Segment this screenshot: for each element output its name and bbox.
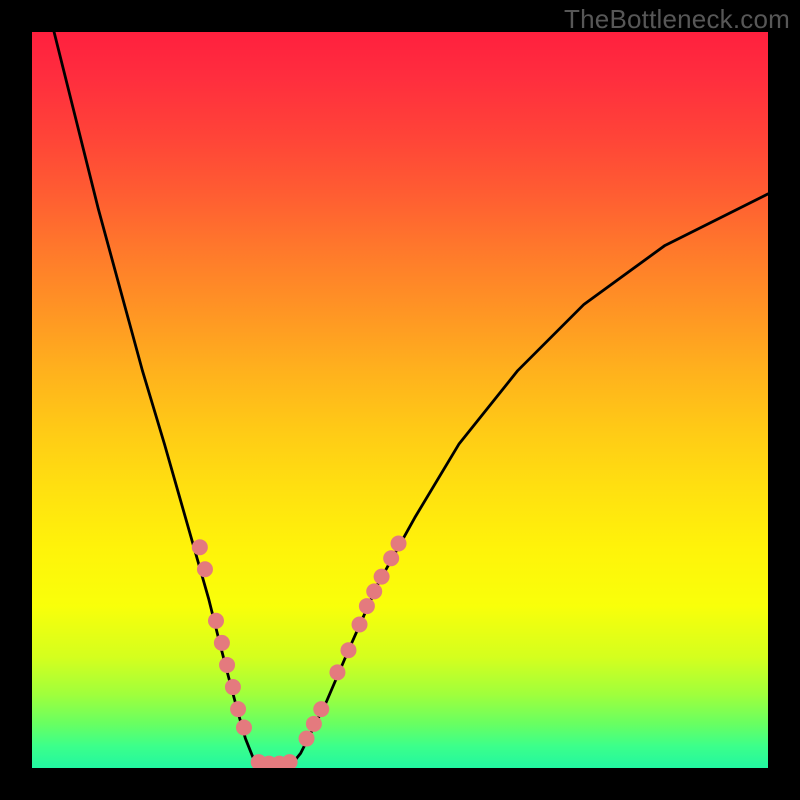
data-marker <box>359 598 375 614</box>
data-marker <box>329 664 345 680</box>
data-marker <box>197 561 213 577</box>
data-marker <box>282 754 298 768</box>
data-marker <box>192 539 208 555</box>
data-marker <box>383 550 399 566</box>
data-marker <box>299 731 315 747</box>
plot-area <box>32 32 768 768</box>
data-marker <box>340 642 356 658</box>
data-marker <box>225 679 241 695</box>
bottleneck-curve <box>54 32 768 767</box>
chart-svg <box>32 32 768 768</box>
data-marker <box>374 569 390 585</box>
data-marker <box>208 613 224 629</box>
data-marker <box>236 720 252 736</box>
curve-main <box>54 32 768 767</box>
data-marker <box>352 616 368 632</box>
data-marker <box>306 716 322 732</box>
chart-frame: TheBottleneck.com <box>0 0 800 800</box>
watermark-text: TheBottleneck.com <box>564 4 790 35</box>
marker-group <box>192 536 407 768</box>
data-marker <box>391 536 407 552</box>
data-marker <box>219 657 235 673</box>
data-marker <box>230 701 246 717</box>
data-marker <box>366 583 382 599</box>
data-marker <box>214 635 230 651</box>
data-marker <box>313 701 329 717</box>
